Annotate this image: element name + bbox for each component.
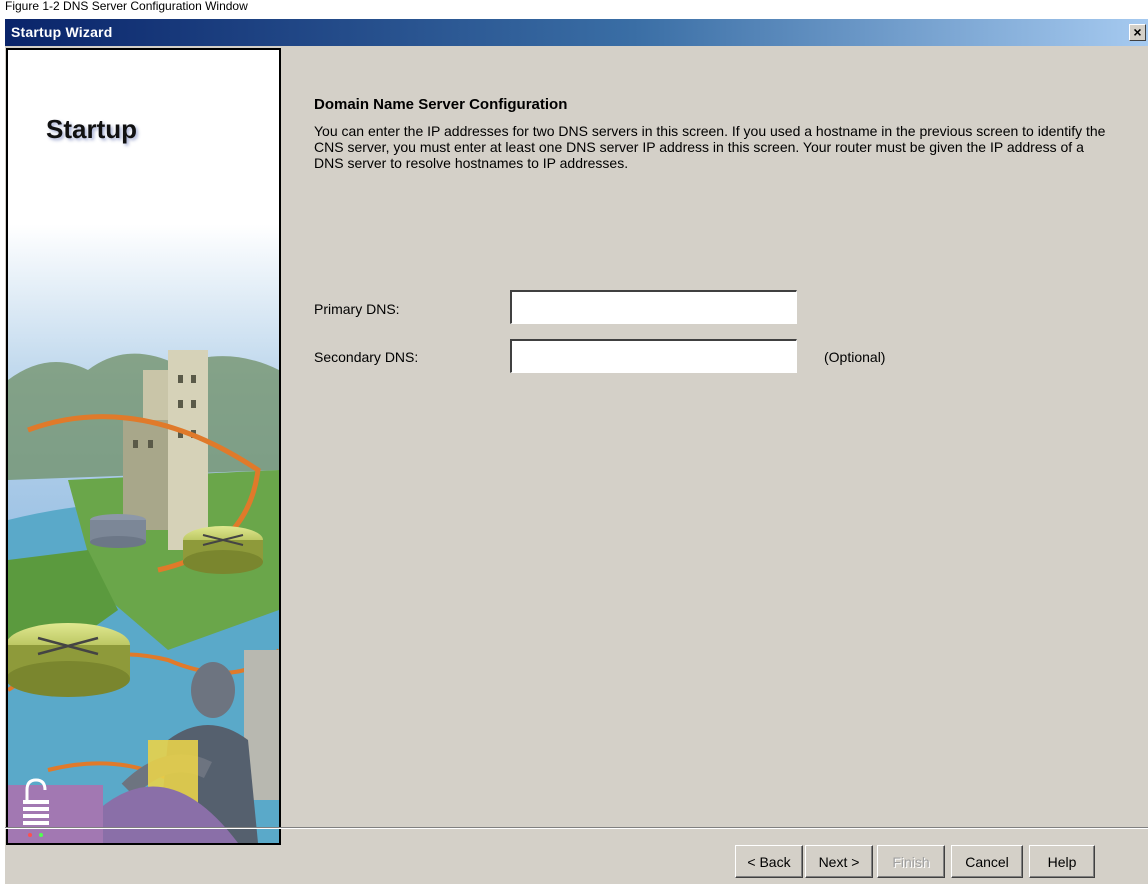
building-tall <box>168 350 208 550</box>
startup-illustration <box>8 50 279 843</box>
purple-box <box>8 785 103 843</box>
secondary-dns-label: Secondary DNS: <box>314 349 419 365</box>
figure-caption: Figure 1-2 DNS Server Configuration Wind… <box>5 0 248 13</box>
finish-button: Finish <box>877 845 945 878</box>
side-panel-title: Startup <box>46 114 137 144</box>
next-button[interactable]: Next > <box>805 845 873 878</box>
router-small <box>183 526 263 574</box>
side-panel: Startup <box>6 48 281 845</box>
close-button[interactable]: × <box>1129 24 1146 41</box>
back-button[interactable]: < Back <box>735 845 803 878</box>
router-large <box>8 623 130 697</box>
secondary-dns-input[interactable] <box>510 339 797 373</box>
optional-note: (Optional) <box>824 349 886 365</box>
window-title: Startup Wizard <box>11 24 113 40</box>
building-front <box>123 420 168 530</box>
page-description: You can enter the IP addresses for two D… <box>314 123 1106 171</box>
close-icon: × <box>1133 24 1142 40</box>
title-bar[interactable]: Startup Wizard × <box>5 19 1148 46</box>
help-button[interactable]: Help <box>1029 845 1095 878</box>
primary-dns-input[interactable] <box>510 290 797 324</box>
page-heading: Domain Name Server Configuration <box>314 96 568 113</box>
startup-wizard-window: Startup Wizard × Startup Domain Name Ser… <box>5 19 1148 884</box>
cancel-button[interactable]: Cancel <box>951 845 1023 878</box>
footer-separator <box>5 827 1148 829</box>
primary-dns-label: Primary DNS: <box>314 301 400 317</box>
